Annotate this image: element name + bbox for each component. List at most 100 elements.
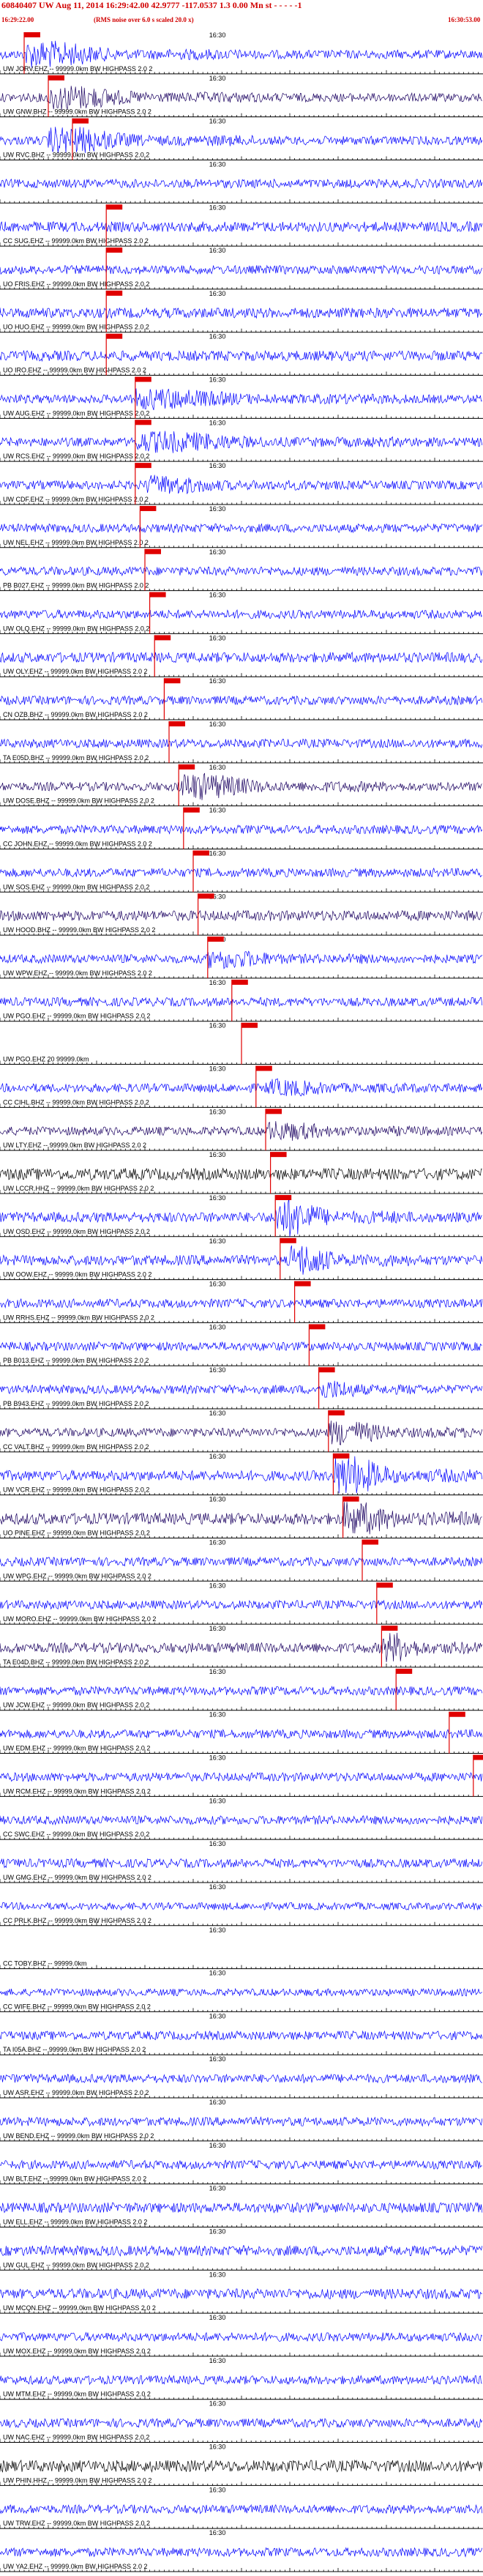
pick-marker bbox=[24, 32, 40, 37]
pick-marker bbox=[275, 1194, 292, 1200]
time-tick-label: 16:30 bbox=[209, 764, 226, 771]
time-tick-label: 16:30 bbox=[209, 1496, 226, 1503]
pick-marker bbox=[309, 1324, 326, 1330]
time-tick-label: 16:30 bbox=[209, 1194, 226, 1202]
station-label: UO FRIS.EHZ -- 99999.0km BW HIGHPASS 2.0… bbox=[3, 280, 149, 288]
time-tick-label: 16:30 bbox=[209, 160, 226, 168]
waveform-trace bbox=[0, 1902, 483, 1911]
time-tick-label: 16:30 bbox=[209, 1237, 226, 1245]
station-label: UO HUO.EHZ -- 99999.0km BW HIGHPASS 2.0 … bbox=[3, 324, 149, 331]
pick-marker bbox=[266, 1109, 282, 1114]
time-tick-label: 16:30 bbox=[209, 1711, 226, 1719]
station-label: UW LTY.EHZ -- 99999.0km BW HIGHPASS 2.0 … bbox=[3, 1142, 146, 1149]
waveform-trace bbox=[0, 1728, 483, 1739]
time-tick-label: 16:30 bbox=[209, 807, 226, 814]
station-label: UW CDF.EHZ -- 99999.0km BW HIGHPASS 2.0 … bbox=[3, 496, 149, 503]
waveform-trace bbox=[0, 1421, 483, 1445]
waveform-trace bbox=[0, 1380, 483, 1399]
station-label: UW DOSE.BHZ -- 99999.0km BW HIGHPASS 2.0… bbox=[3, 797, 154, 805]
pick-marker bbox=[231, 979, 248, 985]
seismogram-plot: UW JORV.EHZ -- 99999.0km BW HIGHPASS 2.0… bbox=[0, 31, 483, 2572]
time-tick-label: 16:30 bbox=[209, 1022, 226, 1030]
time-tick-label: 16:30 bbox=[209, 290, 226, 297]
waveform-trace bbox=[0, 1078, 483, 1097]
waveform-trace bbox=[0, 738, 483, 749]
waveform-trace bbox=[0, 608, 483, 620]
station-label: TA E05D.BHZ -- 99999.0km BW HIGHPASS 2.0… bbox=[3, 754, 149, 762]
station-label: CC VALT.BHZ -- 99999.0km BW HIGHPASS 2.0… bbox=[3, 1443, 149, 1451]
station-label: CC SUG.EHZ -- 99999.0km BW HIGHPASS 2.0 … bbox=[3, 237, 149, 245]
station-label: UW EDM.EHZ -- 99999.0km BW HIGHPASS 2.0 … bbox=[3, 1745, 150, 1752]
time-tick-label: 16:30 bbox=[209, 505, 226, 513]
station-label: CC CIHL.BHZ -- 99999.0km BW HIGHPASS 2.0… bbox=[3, 1098, 149, 1106]
station-label: UW SOS.EHZ -- 99999.0km BW HIGHPASS 2.0 … bbox=[3, 883, 149, 890]
time-tick-label: 16:30 bbox=[209, 1625, 226, 1632]
station-label: UW GMG.EHZ -- 99999.0km BW HIGHPASS 2.0 … bbox=[3, 1874, 151, 1881]
station-label: UO PINE.EHZ -- 99999.0km BW HIGHPASS 2.0… bbox=[3, 1529, 150, 1536]
pick-marker bbox=[183, 807, 200, 813]
waveform-trace bbox=[0, 307, 483, 319]
time-tick-label: 16:30 bbox=[209, 247, 226, 254]
time-tick-label: 16:30 bbox=[209, 548, 226, 556]
waveform-trace bbox=[0, 220, 483, 233]
pick-marker bbox=[207, 937, 224, 942]
waveform-trace bbox=[0, 523, 483, 534]
waveform-trace bbox=[0, 1858, 483, 1869]
station-label: UW MORO.EHZ -- 99999.0km BW HIGHPASS 2.0… bbox=[3, 1615, 156, 1623]
station-label: UW LCCR.HHZ -- 99999.0km BW HIGHPASS 2.0… bbox=[3, 1185, 154, 1192]
time-tick-label: 16:30 bbox=[209, 1366, 226, 1374]
station-label: UW RVC.BHZ -- 99999.0km BW HIGHPASS 2.0 … bbox=[3, 151, 149, 158]
station-label: UW OOW.EHZ -- 99999.0km BW HIGHPASS 2.0 … bbox=[3, 1271, 151, 1278]
time-tick-label: 16:30 bbox=[209, 1883, 226, 1891]
waveform-trace bbox=[0, 651, 483, 663]
pick-marker bbox=[106, 290, 123, 296]
waveform-trace bbox=[0, 824, 483, 835]
pick-marker bbox=[198, 893, 214, 899]
pick-marker bbox=[280, 1237, 296, 1243]
time-tick-label: 16:30 bbox=[209, 204, 226, 211]
station-label: UW GNW.BHZ -- 99999.0km BW HIGHPASS 2.0 … bbox=[3, 108, 151, 116]
waveform-trace bbox=[0, 86, 482, 111]
pick-marker bbox=[318, 1367, 335, 1373]
station-label: UW RCM.EHZ -- 99999.0km BW HIGHPASS 2.0 … bbox=[3, 1787, 151, 1795]
time-tick-label: 16:30 bbox=[209, 376, 226, 384]
waveform-trace bbox=[0, 1341, 482, 1352]
station-label: TA I05A.BHZ -- 99999.0km BW HIGHPASS 2.0… bbox=[3, 2046, 146, 2053]
waveform-trace bbox=[0, 1599, 483, 1610]
station-label: UW OLQ.EHZ -- 99999.0km BW HIGHPASS 2.0 … bbox=[3, 625, 149, 632]
station-label: CC PRLK.BHZ -- 99999.0km BW HIGHPASS 2.0… bbox=[3, 1917, 151, 1924]
waveform-trace bbox=[0, 474, 483, 494]
station-label: CN OZB.BHZ -- 99999.0km BW HIGHPASS 2.0 … bbox=[3, 711, 148, 718]
pick-marker bbox=[362, 1539, 378, 1545]
time-tick-label: 16:30 bbox=[209, 462, 226, 469]
station-label: UW PGO.EHZ 20 99999.0km bbox=[3, 1056, 89, 1063]
time-tick-label: 16:30 bbox=[209, 1323, 226, 1330]
station-label: UW AUG.EHZ -- 99999.0km BW HIGHPASS 2.0 … bbox=[3, 409, 149, 417]
time-tick-label: 16:30 bbox=[209, 1754, 226, 1762]
waveform-trace bbox=[0, 1632, 483, 1662]
waveform-trace bbox=[0, 1167, 482, 1181]
time-tick-label: 16:30 bbox=[209, 1582, 226, 1589]
station-label: PB B013.EHZ -- 99999.0km BW HIGHPASS 2.0… bbox=[3, 1357, 149, 1364]
waveform-trace bbox=[0, 773, 483, 800]
station-label: CC TOBY.BHZ -- 99999.0km bbox=[3, 1960, 87, 1968]
pick-marker bbox=[48, 75, 64, 81]
time-tick-label: 16:30 bbox=[209, 677, 226, 685]
station-label: CC JOHN.EHZ -- 99999.0km BW HIGHPASS 2.0… bbox=[3, 840, 152, 847]
pick-marker bbox=[449, 1711, 465, 1717]
time-tick-label: 16:30 bbox=[209, 31, 226, 39]
station-label: UW WPW.EHZ -- 99999.0km BW HIGHPASS 2.0 … bbox=[3, 969, 152, 977]
time-tick-label: 16:30 bbox=[209, 1151, 226, 1158]
pick-marker bbox=[473, 1754, 483, 1760]
station-label: UW JCW.EHZ -- 99999.0km BW HIGHPASS 2.0 … bbox=[3, 1702, 149, 1709]
pick-marker bbox=[342, 1496, 359, 1502]
pick-marker bbox=[193, 850, 209, 856]
station-label: UO IRO.EHZ -- 99999.0km BW HIGHPASS 2.0 … bbox=[3, 367, 146, 374]
time-tick-label: 16:30 bbox=[209, 75, 226, 82]
pick-marker bbox=[169, 721, 185, 727]
time-tick-label: 16:30 bbox=[209, 1108, 226, 1115]
waveform-trace bbox=[0, 565, 483, 577]
station-label: CC WIFE.BHZ -- 99999.0km BW HIGHPASS 2.0… bbox=[3, 2003, 151, 2010]
time-tick-label: 16:30 bbox=[209, 1065, 226, 1073]
pick-marker bbox=[242, 1022, 258, 1028]
